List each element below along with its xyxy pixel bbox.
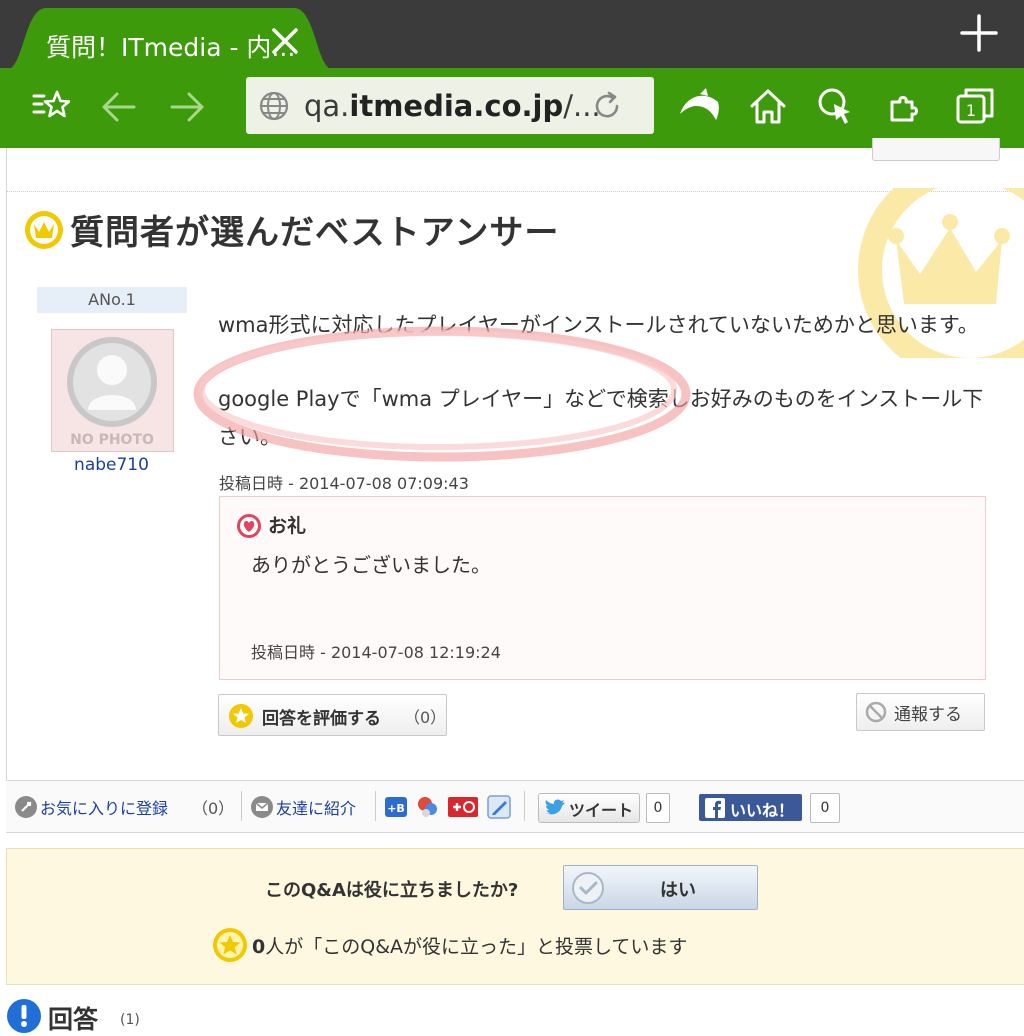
thanks-post-date: 投稿日時 - 2014-07-08 12:19:24 — [251, 643, 501, 662]
frame-border — [6, 148, 7, 833]
livedoor-clip-icon[interactable] — [415, 794, 441, 820]
memo-icon[interactable] — [486, 794, 512, 820]
report-button-top[interactable] — [872, 138, 1000, 161]
bookmarks-icon[interactable] — [30, 88, 70, 124]
star-icon — [229, 704, 253, 728]
rate-answer-button[interactable]: 回答を評価する （0） — [218, 694, 447, 736]
globe-icon — [259, 91, 289, 121]
tabs-icon[interactable]: 1 — [954, 86, 996, 126]
page-content: 質問者が選んだベストアンサー ANo.1 NO PHOTO nabe710 wm… — [0, 138, 1024, 1034]
no-photo-icon: NO PHOTO — [67, 337, 157, 448]
rate-answer-count: （0） — [404, 708, 447, 727]
tab-title: 質問！ITmedia - 内... — [46, 33, 296, 62]
helpful-yes-button[interactable]: はい — [563, 865, 758, 910]
svg-text:+B: +B — [387, 802, 405, 815]
tweet-button[interactable]: ツイート — [538, 793, 640, 823]
divider — [524, 791, 525, 821]
author-link[interactable]: nabe710 — [51, 455, 172, 475]
addons-icon[interactable] — [886, 86, 926, 126]
heart-icon — [237, 514, 261, 538]
tweet-count: 0 — [646, 793, 670, 823]
thanks-box: お礼 ありがとうございました。 投稿日時 - 2014-07-08 12:19:… — [219, 496, 986, 680]
back-icon[interactable] — [100, 90, 138, 124]
helpful-box: このQ&Aは役に立ちましたか? はい 0人が「このQ&Aが役に立った」と投票して… — [6, 848, 1024, 985]
address-bar[interactable]: qa.itmedia.co.jp/... — [246, 77, 654, 134]
reload-icon[interactable] — [590, 89, 624, 123]
mail-icon — [251, 796, 273, 818]
share-bar: お気に入りに登録 （0） 友達に紹介 +B ツイート 0 いいね！ 0 — [6, 780, 1024, 833]
forward-icon[interactable] — [168, 90, 206, 124]
facebook-like-button[interactable]: いいね！ — [699, 794, 802, 821]
rate-answer-label: 回答を評価する — [262, 709, 381, 729]
favorite-icon — [15, 796, 37, 818]
answer-post-date: 投稿日時 - 2014-07-08 07:09:43 — [219, 474, 469, 493]
buzzurl-icon[interactable] — [447, 794, 479, 820]
prohibited-icon — [865, 701, 887, 723]
favorite-link[interactable]: お気に入りに登録 — [40, 795, 168, 819]
like-label: いいね！ — [730, 801, 795, 820]
answers-title: 回答 — [48, 1005, 99, 1034]
home-icon[interactable] — [748, 86, 788, 126]
twitter-bird-icon — [545, 799, 565, 815]
avatar-text: NO PHOTO — [70, 432, 154, 448]
helpful-question: このQ&Aは役に立ちましたか? — [265, 880, 519, 901]
thanks-message: ありがとうございました。 — [251, 553, 491, 577]
favorite-count: （0） — [192, 799, 235, 818]
like-count: 0 — [810, 793, 840, 823]
divider — [241, 791, 242, 821]
answer-number: ANo.1 — [37, 287, 187, 313]
close-tab-icon[interactable] — [268, 24, 302, 58]
helpful-count-text: 人が「このQ&Aが役に立った」と投票しています — [265, 936, 688, 958]
tab-count: 1 — [966, 101, 976, 120]
share-friend-link[interactable]: 友達に紹介 — [276, 795, 356, 819]
dolphin-icon[interactable] — [678, 86, 722, 126]
best-answer-heading: 質問者が選んだベストアンサー — [70, 213, 560, 253]
check-icon — [572, 872, 604, 904]
facebook-icon — [705, 798, 725, 818]
url-text: qa.itmedia.co.jp/... — [304, 89, 601, 123]
browser-tab[interactable]: 質問！ITmedia - 内... — [6, 8, 334, 70]
tweet-label: ツイート — [569, 801, 634, 820]
avatar[interactable]: NO PHOTO — [51, 329, 174, 452]
gesture-icon[interactable] — [816, 86, 858, 128]
report-button[interactable]: 通報する — [856, 693, 985, 731]
star-icon — [213, 928, 247, 962]
info-icon — [7, 999, 41, 1033]
report-label: 通報する — [894, 705, 962, 725]
new-tab-icon[interactable] — [958, 12, 1000, 54]
thanks-label: お礼 — [268, 515, 307, 537]
helpful-yes-label: はい — [660, 880, 696, 901]
hatena-bookmark-icon[interactable]: +B — [384, 795, 408, 819]
helpful-count-value: 0 — [252, 936, 266, 958]
browser-tab-bar: 質問！ITmedia - 内... — [0, 0, 1024, 70]
crown-badge-icon — [25, 211, 63, 249]
divider — [375, 791, 376, 821]
answers-count: (1) — [120, 1012, 140, 1028]
highlight-circle — [193, 326, 691, 462]
